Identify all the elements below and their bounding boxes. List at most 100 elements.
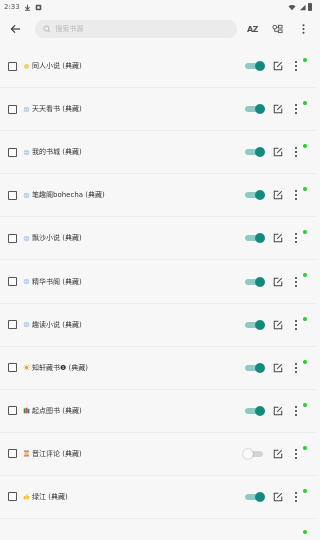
edit-icon[interactable]: [273, 147, 283, 157]
enable-toggle[interactable]: [243, 319, 265, 330]
edit-icon[interactable]: [273, 190, 283, 200]
battery-icon: [308, 3, 312, 11]
select-checkbox[interactable]: [8, 147, 17, 157]
more-vert-icon: [302, 24, 305, 34]
sun-small-icon: [23, 63, 30, 70]
select-checkbox[interactable]: [8, 61, 17, 71]
edit-icon[interactable]: [273, 233, 283, 243]
select-checkbox[interactable]: [8, 320, 17, 330]
more-options-button[interactable]: [292, 405, 300, 417]
search-icon: [43, 25, 51, 33]
status-dot: [303, 273, 307, 278]
more-options-button[interactable]: [292, 60, 300, 72]
toolbar: AZ: [0, 14, 316, 44]
download-icon: [24, 4, 30, 11]
globe-icon: [23, 149, 30, 156]
menu-button[interactable]: [295, 19, 312, 39]
sort-az-label: AZ: [246, 24, 259, 34]
status-dot: [303, 488, 307, 493]
signal-icon: [300, 4, 306, 10]
edit-icon[interactable]: [273, 492, 283, 502]
thumbs-up-icon: [23, 493, 30, 500]
source-row[interactable]: 趣读小说 (典藏): [0, 304, 316, 347]
more-options-button[interactable]: [292, 189, 300, 201]
select-checkbox[interactable]: [8, 190, 17, 200]
source-row[interactable]: 晋江评论 (典藏): [0, 433, 316, 476]
group-button[interactable]: [269, 19, 286, 39]
edit-icon[interactable]: [273, 320, 283, 330]
select-checkbox[interactable]: [8, 363, 17, 373]
enable-toggle[interactable]: [243, 448, 265, 459]
globe-icon: [23, 106, 30, 113]
more-options-button[interactable]: [292, 319, 300, 331]
enable-toggle[interactable]: [243, 276, 265, 287]
more-options-button[interactable]: [292, 103, 300, 115]
settings-notification-icon: [35, 4, 42, 10]
globe-icon: [23, 192, 30, 199]
search-bar[interactable]: [35, 20, 237, 38]
enable-toggle[interactable]: [243, 190, 265, 201]
source-row[interactable]: 飘沙小说 (典藏): [0, 217, 316, 261]
enable-toggle[interactable]: [243, 405, 265, 416]
source-row[interactable]: 精华书阁 (典藏): [0, 260, 316, 304]
select-checkbox[interactable]: [8, 104, 17, 114]
source-row[interactable]: 天天看书 (典藏): [0, 88, 316, 132]
back-button[interactable]: [6, 19, 25, 39]
enable-toggle[interactable]: [243, 104, 265, 115]
source-name: 笔趣阁bohecha (典藏): [32, 191, 105, 200]
source-row[interactable]: 同人小说 (典藏): [0, 45, 316, 89]
more-options-button[interactable]: [292, 491, 300, 503]
status-dot: [303, 101, 307, 106]
more-options-button[interactable]: [292, 362, 300, 374]
more-options-button[interactable]: [292, 276, 300, 288]
status-dot: [303, 144, 307, 149]
source-row[interactable]: 起点图书 (典藏): [0, 390, 316, 433]
source-name: 绿江 (典藏): [32, 492, 68, 501]
status-dot: [303, 445, 307, 450]
select-checkbox[interactable]: [8, 233, 17, 243]
edit-icon[interactable]: [273, 363, 283, 373]
source-row[interactable]: 笔趣阁bohecha (典藏): [0, 174, 316, 218]
enable-toggle[interactable]: [243, 491, 265, 502]
globe-icon: [23, 321, 30, 328]
source-name: 知轩藏书❶ (典藏): [32, 363, 88, 372]
edit-icon[interactable]: [273, 277, 283, 287]
source-row[interactable]: 知轩藏书❶ (典藏): [0, 347, 316, 390]
group-icon: [272, 24, 283, 34]
status-dot: [303, 530, 307, 534]
source-name: 趣读小说 (典藏): [32, 320, 82, 329]
select-checkbox[interactable]: [8, 492, 17, 502]
source-name: 起点图书 (典藏): [32, 406, 82, 415]
books-icon: [23, 407, 30, 414]
select-checkbox[interactable]: [8, 449, 17, 459]
edit-icon[interactable]: [273, 449, 283, 459]
edit-icon[interactable]: [273, 104, 283, 114]
enable-toggle[interactable]: [243, 147, 265, 158]
enable-toggle[interactable]: [243, 362, 265, 373]
more-options-button[interactable]: [292, 448, 300, 460]
scroll-icon: [23, 450, 30, 457]
sort-button[interactable]: AZ: [244, 19, 261, 39]
wifi-icon: [288, 4, 296, 10]
source-row[interactable]: 绿江 (典藏): [0, 476, 316, 520]
source-row[interactable]: 我的书城 (典藏): [0, 131, 316, 175]
edit-icon[interactable]: [273, 406, 283, 416]
enable-toggle[interactable]: [243, 61, 265, 72]
sun-icon: [23, 364, 30, 371]
status-dot: [303, 316, 307, 321]
arrow-left-icon: [10, 24, 21, 34]
source-name: 同人小说 (典藏): [32, 62, 82, 71]
select-checkbox[interactable]: [8, 406, 17, 416]
status-time: 2:33: [4, 3, 20, 11]
more-options-button[interactable]: [292, 146, 300, 158]
source-name: 我的书城 (典藏): [32, 148, 82, 157]
source-name: 飘沙小说 (典藏): [32, 234, 82, 243]
edit-icon[interactable]: [273, 61, 283, 71]
enable-toggle[interactable]: [243, 233, 265, 244]
select-checkbox[interactable]: [8, 277, 17, 287]
search-input[interactable]: [55, 25, 226, 33]
source-name: 天天看书 (典藏): [32, 105, 82, 114]
status-dot: [303, 359, 307, 364]
globe-icon: [23, 235, 30, 242]
more-options-button[interactable]: [292, 232, 300, 244]
